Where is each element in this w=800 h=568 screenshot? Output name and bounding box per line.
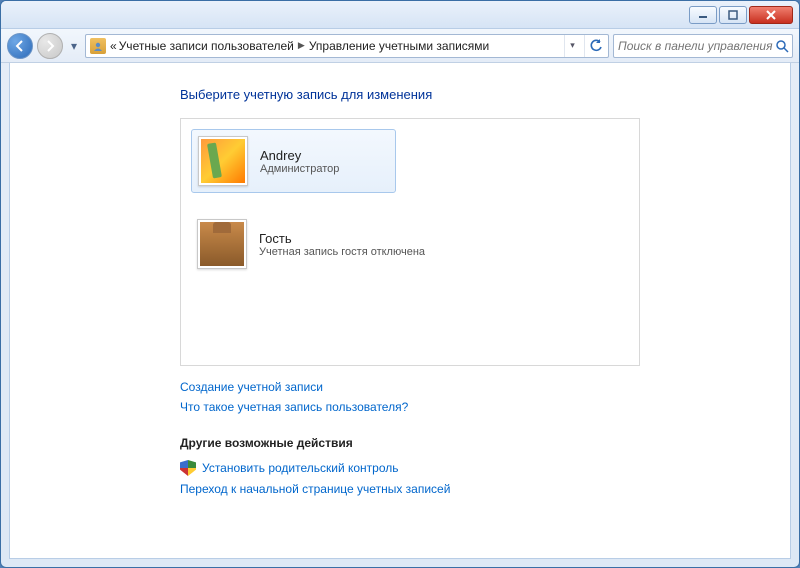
history-dropdown[interactable]: ▾: [67, 36, 81, 56]
navigation-bar: ▾ « Учетные записи пользователей ▶ Управ…: [1, 29, 799, 63]
search-input[interactable]: [618, 39, 775, 53]
account-item-guest[interactable]: Гость Учетная запись гостя отключена: [191, 213, 629, 275]
avatar: [197, 219, 247, 269]
search-box[interactable]: [613, 34, 793, 58]
window-controls: [689, 6, 793, 24]
account-role: Учетная запись гостя отключена: [259, 246, 425, 258]
address-bar[interactable]: « Учетные записи пользователей ▶ Управле…: [85, 34, 609, 58]
link-create-account[interactable]: Создание учетной записи: [180, 380, 323, 394]
link-what-is-account[interactable]: Что такое учетная запись пользователя?: [180, 400, 408, 414]
link-parental-control[interactable]: Установить родительский контроль: [202, 461, 399, 475]
refresh-button[interactable]: [584, 35, 606, 57]
link-accounts-home[interactable]: Переход к начальной странице учетных зап…: [180, 482, 450, 496]
primary-links: Создание учетной записи Что такое учетна…: [180, 380, 790, 414]
forward-button[interactable]: [37, 33, 63, 59]
window: ▾ « Учетные записи пользователей ▶ Управ…: [0, 0, 800, 568]
close-button[interactable]: [749, 6, 793, 24]
chevron-right-icon[interactable]: ▶: [296, 40, 307, 51]
titlebar: [1, 1, 799, 29]
account-name: Гость: [259, 231, 425, 246]
breadcrumb-prefix[interactable]: «: [110, 39, 117, 53]
account-role: Администратор: [260, 163, 339, 175]
maximize-button[interactable]: [719, 6, 747, 24]
breadcrumb: « Учетные записи пользователей ▶ Управле…: [110, 39, 560, 53]
breadcrumb-segment-2[interactable]: Управление учетными записями: [309, 39, 489, 53]
search-icon[interactable]: [775, 39, 789, 53]
account-name: Andrey: [260, 148, 339, 163]
shield-icon: [180, 460, 196, 476]
content-area: Выберите учетную запись для изменения An…: [9, 63, 791, 559]
address-dropdown[interactable]: ▾: [564, 35, 580, 57]
breadcrumb-segment-1[interactable]: Учетные записи пользователей: [119, 39, 294, 53]
account-item-andrey[interactable]: Andrey Администратор: [191, 129, 396, 193]
avatar: [198, 136, 248, 186]
accounts-list: Andrey Администратор Гость Учетная запис…: [180, 118, 640, 366]
control-panel-icon: [90, 38, 106, 54]
minimize-button[interactable]: [689, 6, 717, 24]
back-button[interactable]: [7, 33, 33, 59]
other-actions-header: Другие возможные действия: [180, 436, 790, 450]
suitcase-icon: [200, 222, 244, 266]
page-title: Выберите учетную запись для изменения: [180, 87, 790, 102]
flower-icon: [201, 139, 245, 183]
